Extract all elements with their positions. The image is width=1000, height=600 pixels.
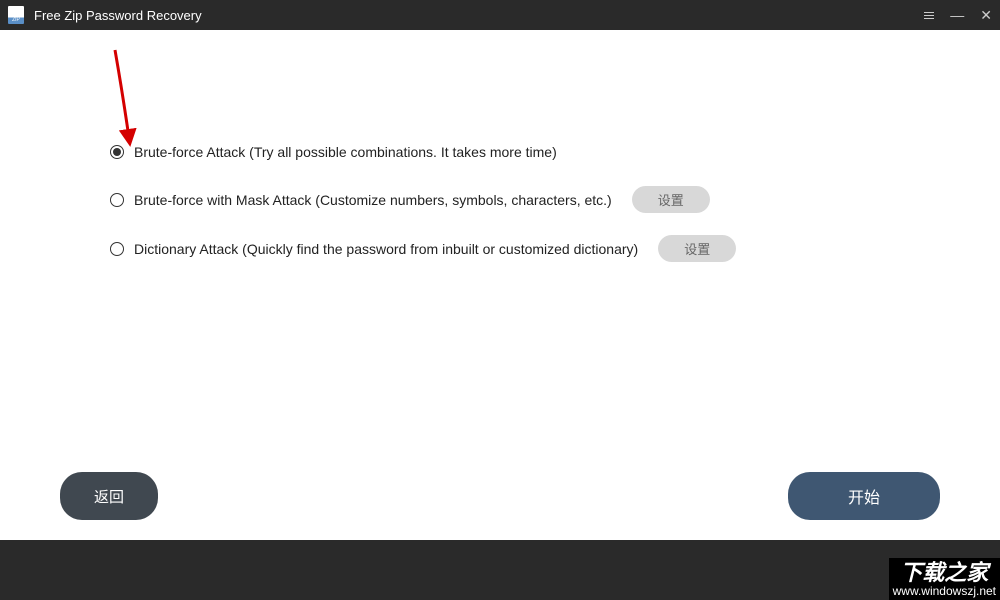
start-button[interactable]: 开始	[788, 472, 940, 520]
footer-bar	[0, 540, 1000, 600]
window-controls: — ✕	[924, 7, 992, 24]
nav-buttons: 返回 开始	[0, 472, 1000, 520]
watermark: 下载之家 www.windowszj.net	[889, 558, 1000, 600]
title-bar: Free Zip Password Recovery — ✕	[0, 0, 1000, 30]
option-mask-attack[interactable]: Brute-force with Mask Attack (Customize …	[110, 186, 890, 213]
option-dictionary-attack[interactable]: Dictionary Attack (Quickly find the pass…	[110, 235, 890, 262]
watermark-text: 下载之家	[893, 562, 996, 584]
option-label: Dictionary Attack (Quickly find the pass…	[134, 241, 638, 257]
radio-mask-attack[interactable]	[110, 193, 124, 207]
mask-settings-button[interactable]: 设置	[632, 186, 710, 213]
option-brute-force[interactable]: Brute-force Attack (Try all possible com…	[110, 140, 890, 164]
radio-dictionary-attack[interactable]	[110, 242, 124, 256]
app-icon	[8, 6, 24, 24]
back-button[interactable]: 返回	[60, 472, 158, 520]
option-label: Brute-force with Mask Attack (Customize …	[134, 192, 612, 208]
app-title: Free Zip Password Recovery	[34, 8, 924, 23]
option-label: Brute-force Attack (Try all possible com…	[134, 144, 557, 160]
main-content: Brute-force Attack (Try all possible com…	[0, 30, 1000, 540]
minimize-icon[interactable]: —	[950, 7, 964, 23]
watermark-url: www.windowszj.net	[893, 584, 996, 598]
radio-brute-force[interactable]	[110, 145, 124, 159]
menu-icon[interactable]	[924, 12, 934, 19]
dictionary-settings-button[interactable]: 设置	[658, 235, 736, 262]
close-icon[interactable]: ✕	[980, 7, 992, 24]
